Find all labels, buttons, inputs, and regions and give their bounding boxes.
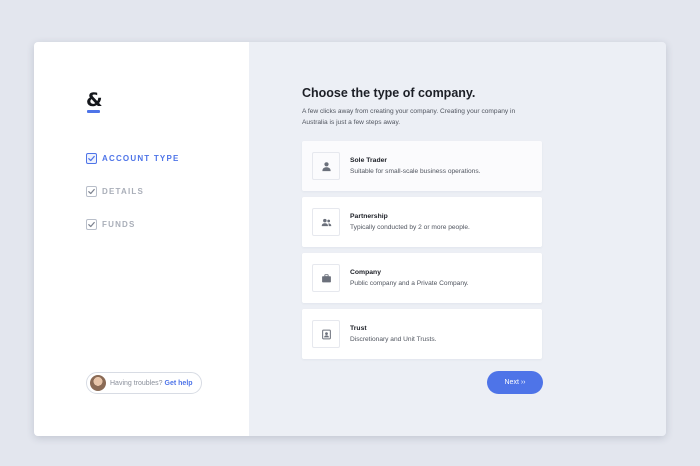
page-subtitle: A few clicks away from creating your com… (302, 108, 516, 126)
option-sole-trader[interactable]: Sole Trader Suitable for small-scale bus… (302, 141, 542, 191)
main-panel: Choose the type of company. A few clicks… (249, 42, 666, 436)
person-icon (312, 152, 340, 180)
help-text: Having troubles? (110, 379, 163, 387)
step-account-type[interactable]: ACCOUNT TYPE (86, 152, 180, 164)
get-help-link[interactable]: Get help (165, 380, 193, 387)
checkbox-icon (86, 218, 97, 230)
option-trust[interactable]: Trust Discretionary and Unit Trusts. (302, 309, 542, 359)
step-list: ACCOUNT TYPE DETAILS FUNDS (86, 152, 180, 251)
option-partnership[interactable]: Partnership Typically conducted by 2 or … (302, 197, 542, 247)
checkbox-icon (86, 152, 97, 164)
option-description: Typically conducted by 2 or more people. (350, 224, 470, 231)
page-title: Choose the type of company. (302, 86, 476, 100)
company-type-list: Sole Trader Suitable for small-scale bus… (302, 141, 542, 365)
option-title: Trust (350, 325, 367, 332)
briefcase-icon (312, 264, 340, 292)
step-label: ACCOUNT TYPE (102, 153, 180, 163)
logo: & (86, 89, 103, 111)
sidebar: & ACCOUNT TYPE DETAILS FUNDS Having trou… (34, 42, 249, 436)
checkbox-icon (86, 185, 97, 197)
step-details[interactable]: DETAILS (86, 185, 180, 197)
id-badge-icon (312, 320, 340, 348)
help-pill[interactable]: Having troubles? Get help (86, 372, 202, 394)
people-icon (312, 208, 340, 236)
logo-underline (87, 110, 100, 113)
signup-card: & ACCOUNT TYPE DETAILS FUNDS Having trou… (34, 42, 666, 436)
step-label: DETAILS (102, 186, 145, 196)
option-title: Partnership (350, 213, 388, 220)
option-description: Discretionary and Unit Trusts. (350, 336, 437, 343)
next-button[interactable]: Next ›› (487, 371, 543, 394)
step-funds[interactable]: FUNDS (86, 218, 180, 230)
avatar (90, 375, 106, 391)
option-title: Sole Trader (350, 157, 388, 164)
option-description: Public company and a Private Company. (350, 280, 469, 287)
option-description: Suitable for small-scale business operat… (350, 168, 481, 175)
step-label: FUNDS (102, 219, 136, 229)
option-title: Company (350, 269, 381, 276)
option-company[interactable]: Company Public company and a Private Com… (302, 253, 542, 303)
